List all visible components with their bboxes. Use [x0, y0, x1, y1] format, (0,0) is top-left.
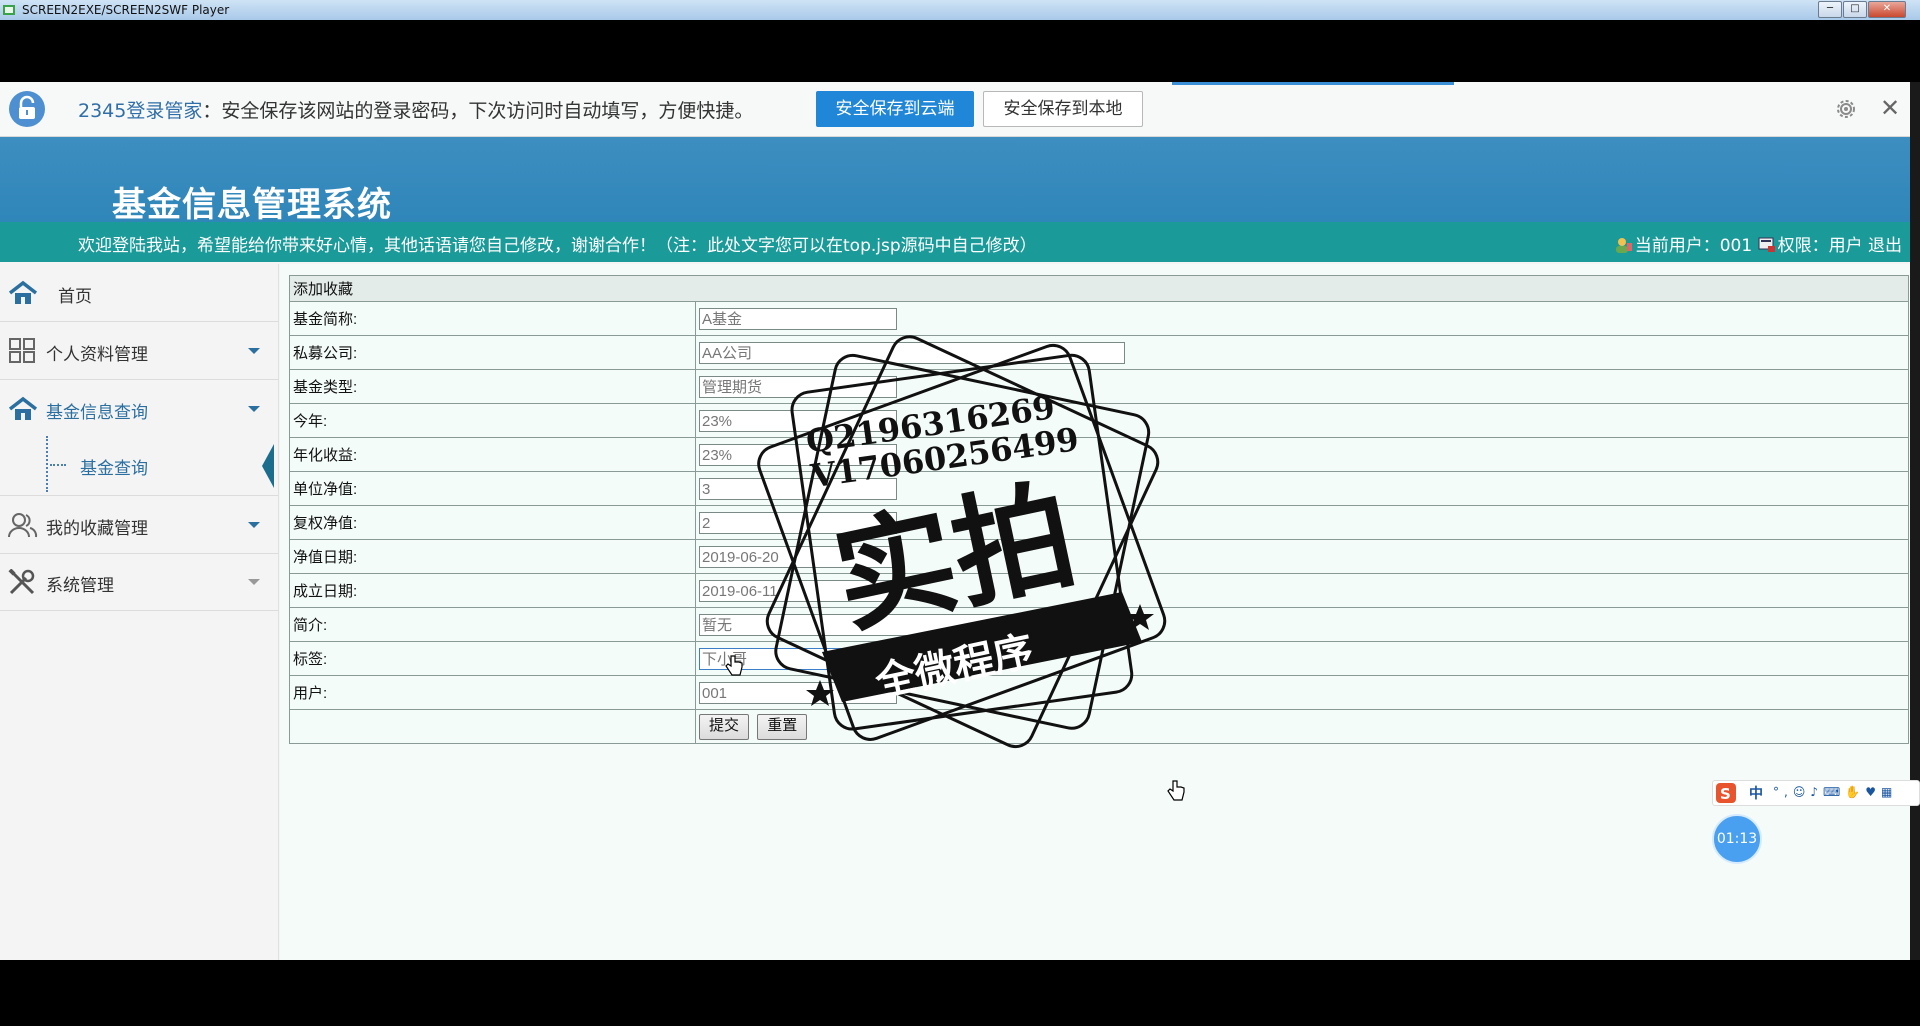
empty-cell [289, 709, 696, 744]
home-icon [8, 396, 38, 420]
close-icon[interactable]: ✕ [1880, 95, 1900, 121]
minimize-button[interactable]: ─ [1818, 1, 1842, 18]
nav-profile-label: 个人资料管理 [46, 345, 148, 365]
password-manager-bar: 2345登录管家：安全保存该网站的登录密码，下次访问时自动填写，方便快捷。 安全… [0, 82, 1910, 137]
nav-favorites-label: 我的收藏管理 [46, 519, 148, 539]
field-label: 基金简称: [289, 301, 696, 336]
lock-icon [9, 91, 45, 127]
maximize-button[interactable]: □ [1843, 1, 1867, 18]
brand-name: 2345登录管家 [78, 100, 203, 122]
save-to-local-button[interactable]: 安全保存到本地 [983, 91, 1143, 127]
permission-label: 权限：用户 [1777, 236, 1863, 256]
nav-system[interactable]: 系统管理 [0, 553, 278, 611]
nav-home-label: 首页 [58, 287, 92, 307]
field-label: 用户: [289, 675, 696, 710]
ime-language[interactable]: 中 [1749, 783, 1763, 803]
chevron-down-icon [248, 579, 260, 585]
sogou-logo-icon: S [1716, 783, 1736, 803]
recording-timer: 01:13 [1712, 814, 1762, 864]
window-close-button[interactable]: ✕ [1868, 1, 1906, 18]
scrollbar[interactable] [1910, 82, 1920, 960]
field-label: 基金类型: [289, 369, 696, 404]
welcome-text: 欢迎登陆我站，希望能给你带来好心情，其他话语请您自己修改，谢谢合作！（注：此处文… [78, 236, 1037, 256]
field-label: 成立日期: [289, 573, 696, 608]
field-label: 单位净值: [289, 471, 696, 506]
window-title: SCREEN2EXE/SCREEN2SWF Player [22, 3, 230, 17]
svg-text:S: S [1720, 785, 1731, 803]
users-icon [8, 513, 38, 538]
chevron-down-icon [248, 406, 260, 412]
save-to-cloud-button[interactable]: 安全保存到云端 [816, 91, 974, 127]
gear-icon[interactable] [1834, 97, 1858, 121]
user-info: 当前用户：001 权限：用户 退出 [1615, 231, 1902, 256]
user-icon [1615, 238, 1632, 253]
nav-fund-query-label: 基金信息查询 [46, 403, 148, 423]
sub-nav-fund-search[interactable]: 基金查询 [0, 436, 278, 494]
sidebar: 首页 个人资料管理 基金信息查询 基金查询 我的收藏管理 系统管理 [0, 264, 279, 960]
form-title: 添加收藏 [289, 275, 1909, 302]
chevron-down-icon [248, 348, 260, 354]
nav-system-label: 系统管理 [46, 576, 114, 596]
hand-cursor-icon [725, 655, 743, 676]
window-title-bar: SCREEN2EXE/SCREEN2SWF Player ─ □ ✕ [0, 0, 1920, 20]
chevron-down-icon [248, 522, 260, 528]
field-label: 私募公司: [289, 335, 696, 370]
home-icon [8, 280, 38, 304]
current-user: 当前用户：001 [1634, 236, 1753, 256]
ime-tool-icons[interactable]: °,☺♪⌨✋♥▦ [1773, 785, 1897, 799]
tree-branch [50, 464, 66, 466]
welcome-bar: 欢迎登陆我站，希望能给你带来好心情，其他话语请您自己修改，谢谢合作！（注：此处文… [0, 222, 1910, 262]
nav-profile[interactable]: 个人资料管理 [0, 322, 278, 380]
grid-icon [9, 338, 35, 363]
password-manager-message: 2345登录管家：安全保存该网站的登录密码，下次访问时自动填写，方便快捷。 [78, 96, 753, 123]
active-marker [262, 444, 274, 488]
field-label: 净值日期: [289, 539, 696, 574]
system-title: 基金信息管理系统 [112, 185, 392, 225]
nav-fund-query[interactable]: 基金信息查询 [0, 380, 278, 437]
field-label: 年化收益: [289, 437, 696, 472]
permission-icon [1758, 237, 1775, 252]
app-icon [3, 5, 15, 15]
field-label: 今年: [289, 403, 696, 438]
page-load-progress [1172, 82, 1454, 85]
field-label: 简介: [289, 607, 696, 642]
logout-link[interactable]: 退出 [1868, 236, 1902, 256]
message-text: ：安全保存该网站的登录密码，下次访问时自动填写，方便快捷。 [202, 100, 754, 122]
field-label: 标签: [289, 641, 696, 676]
tools-icon [8, 569, 35, 595]
watermark-stamp: Q2196316269 V17060256499 实拍 全微程序 [757, 335, 1167, 749]
ime-toolbar[interactable]: S 中 °,☺♪⌨✋♥▦ [1712, 780, 1920, 806]
site-banner: 基金信息管理系统 [0, 137, 1910, 225]
field-label: 复权净值: [289, 505, 696, 540]
nav-home[interactable]: 首页 [0, 264, 278, 322]
sub-nav-fund-search-label: 基金查询 [80, 459, 148, 479]
hand-cursor-icon [1167, 780, 1185, 801]
nav-favorites[interactable]: 我的收藏管理 [0, 495, 278, 554]
